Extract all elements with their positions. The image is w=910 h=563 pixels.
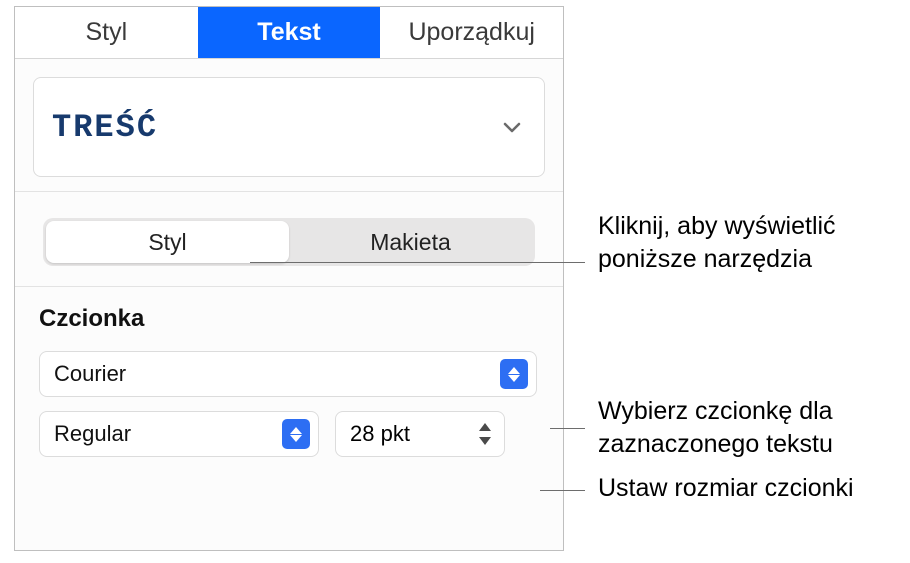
font-size-stepper[interactable]: [474, 421, 496, 447]
paragraph-style-popup[interactable]: TREŚĆ: [33, 77, 545, 177]
stepper-up-icon[interactable]: [474, 421, 496, 433]
callout-font-family: Wybierz czcionkę dla zaznaczonego tekstu: [598, 395, 898, 460]
callout-leader: [250, 262, 585, 263]
font-weight-value: Regular: [54, 421, 131, 447]
subtab-style[interactable]: Styl: [46, 221, 289, 263]
text-subtab-segmented: Styl Makieta: [43, 218, 535, 266]
tab-arrange[interactable]: Uporządkuj: [380, 7, 563, 58]
popup-arrows-icon: [500, 359, 528, 389]
callout-leader: [540, 490, 585, 491]
tab-style[interactable]: Styl: [15, 7, 198, 58]
font-size-value: 28 pkt: [350, 421, 474, 447]
font-family-value: Courier: [54, 361, 126, 387]
subtab-layout[interactable]: Makieta: [289, 221, 532, 263]
callout-font-size: Ustaw rozmiar czcionki: [598, 472, 898, 505]
popup-arrows-icon: [282, 419, 310, 449]
inspector-tabbar: Styl Tekst Uporządkuj: [15, 7, 563, 59]
paragraph-style-name: TREŚĆ: [52, 109, 158, 146]
font-family-popup[interactable]: Courier: [39, 351, 537, 397]
font-size-field[interactable]: 28 pkt: [335, 411, 505, 457]
inspector-panel: Styl Tekst Uporządkuj TREŚĆ Styl Makieta: [14, 6, 564, 551]
tab-text[interactable]: Tekst: [198, 7, 381, 58]
stepper-down-icon[interactable]: [474, 435, 496, 447]
callout-subtabs: Kliknij, aby wyświetlić poniższe narzędz…: [598, 210, 898, 275]
font-weight-popup[interactable]: Regular: [39, 411, 319, 457]
callout-leader: [550, 428, 585, 429]
chevron-down-icon: [502, 117, 522, 137]
section-title-font: Czcionka: [39, 305, 539, 333]
